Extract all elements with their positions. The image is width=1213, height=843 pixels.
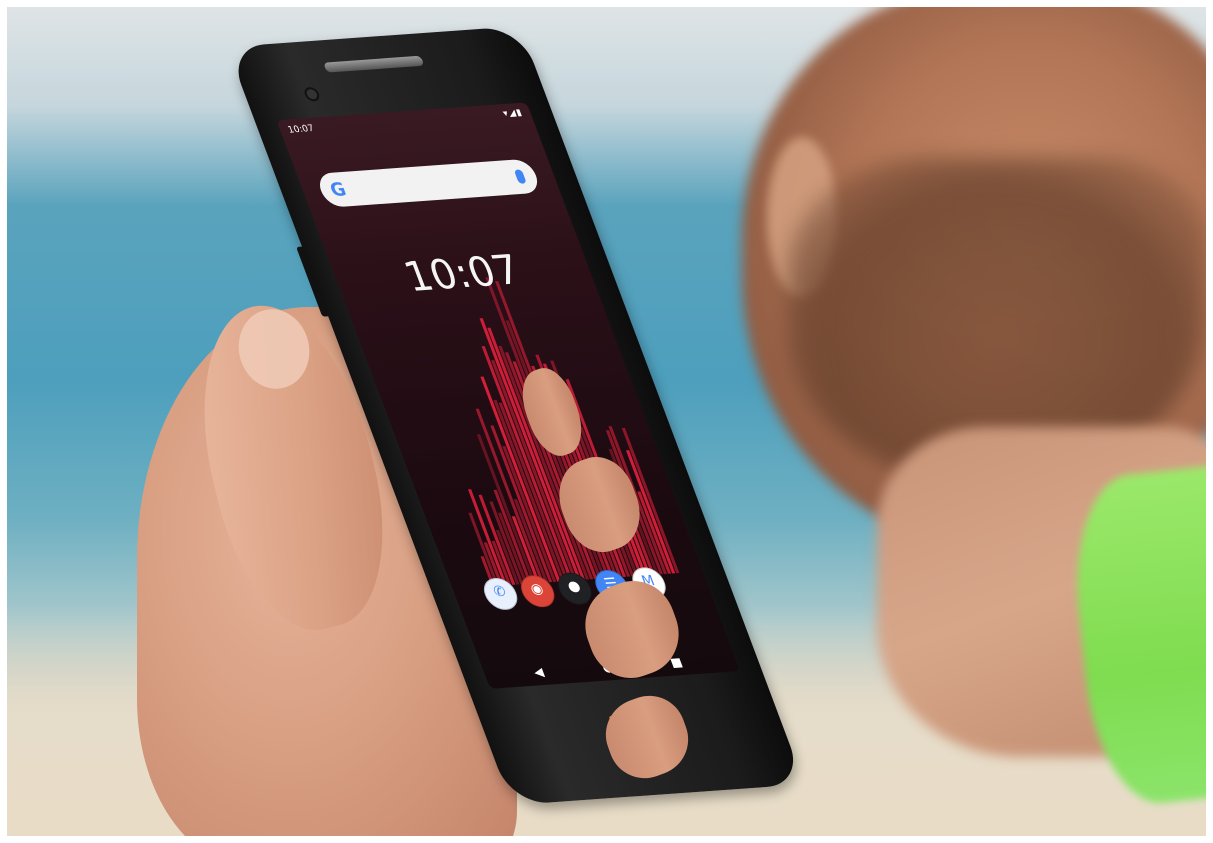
- photo-frame: 10:07 ▾◢▮ G 10:07 ✆◉●☰M ◀ ● ■: [7, 7, 1206, 836]
- chrome-app-icon-glyph: ◉: [528, 580, 546, 598]
- back-icon[interactable]: ◀: [532, 665, 546, 680]
- status-icons: ▾◢▮: [501, 107, 525, 120]
- google-g-icon: G: [327, 179, 350, 202]
- camera-app-icon[interactable]: ●: [553, 571, 597, 606]
- phone-app-icon-glyph: ✆: [491, 583, 509, 601]
- status-time: 10:07: [286, 123, 316, 136]
- mic-icon[interactable]: [513, 169, 527, 184]
- chrome-app-icon[interactable]: ◉: [516, 574, 560, 609]
- camera-app-icon-glyph: ●: [565, 578, 584, 596]
